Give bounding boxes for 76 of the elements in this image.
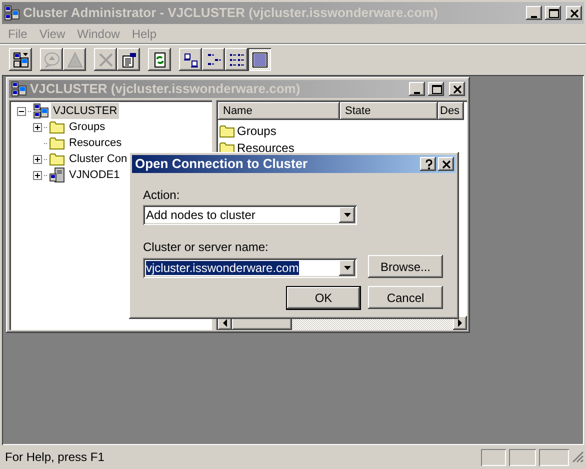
left-arrow-icon [222,319,228,327]
dropdown-button[interactable] [339,260,355,276]
caret-icon [344,213,350,217]
app-icon [4,5,20,21]
tree-item[interactable]: Cluster Con [67,150,130,168]
close-icon [568,8,580,18]
close-button[interactable] [566,6,582,20]
cluster-icon [33,103,49,119]
dropdown[interactable]: vjcluster.isswonderware.com [143,258,357,278]
cluster-icon [11,81,27,97]
maximize-button[interactable] [428,82,444,96]
close-icon [450,84,464,94]
computers-icon [12,52,28,68]
status-panel [539,448,569,466]
balloon-icon [44,52,60,68]
computers-button[interactable] [9,48,32,71]
column-header[interactable]: Name [218,102,340,120]
folder-icon [219,124,235,138]
folder-icon [49,136,65,150]
delete-icon [98,52,114,68]
details-view-button[interactable] [248,48,271,71]
server-icon [49,167,65,183]
expand-icon[interactable] [33,154,42,164]
tree-item[interactable]: Resources [67,134,124,152]
expand-icon[interactable] [33,122,42,132]
tree-item[interactable]: VJNODE1 [67,166,122,184]
dropdown-button[interactable] [339,207,355,223]
close-button[interactable] [449,82,465,96]
window-title: VJCLUSTER (vjcluster.isswonderware.com) [30,80,302,98]
large-buttons-icon[interactable] [179,48,202,71]
browse-button[interactable]: Browse... [368,255,443,278]
ok-button[interactable]: OK [286,286,361,310]
status-text: For Help, press F1 [5,449,106,466]
dropdown[interactable]: Add nodes to cluster [143,205,357,225]
folder-icon [219,140,235,154]
refresh-button[interactable] [148,48,171,71]
caret-icon [344,266,350,270]
small-icons-icon [206,52,222,68]
maximize-icon [430,84,442,94]
help-button[interactable] [420,157,436,171]
minimize-button[interactable] [526,6,542,20]
triangle-icon [66,52,82,68]
refresh-icon [152,52,168,68]
cancel-button[interactable]: Cancel [368,286,443,309]
list-view-icon [228,52,244,68]
tree-item[interactable]: Groups [67,118,108,136]
large-icons-icon [182,52,198,68]
properties-icon [120,52,136,68]
dialog-title: Open Connection to Cluster [135,155,309,174]
properties-button[interactable] [117,48,140,71]
status-panel [509,448,536,466]
maximize-icon [546,8,560,18]
list-item[interactable]: Groups [237,122,276,140]
right-arrow-icon [457,319,463,327]
field-label: Cluster or server name: [143,239,268,253]
tree-item[interactable]: VJCLUSTER [51,102,120,120]
close-icon [440,158,452,170]
folder-icon [49,120,65,134]
column-header[interactable]: Des [438,102,464,120]
close-button[interactable] [438,157,454,171]
scroll-right-button[interactable] [453,316,467,330]
small-buttons-icon[interactable] [202,48,225,71]
details-view-icon [252,52,268,68]
collapse-icon[interactable] [17,106,26,116]
minimize-icon [414,92,420,94]
list-view-button[interactable] [225,48,248,71]
expand-icon[interactable] [33,170,42,180]
field-label: Action: [143,187,180,201]
status-panel [481,448,506,466]
resize-grip-icon[interactable] [572,451,584,463]
column-header[interactable]: State [340,102,438,120]
maximize-button[interactable] [545,6,561,20]
window-title: Cluster Administrator - VJCLUSTER (vjcluster.isswonderware.com) [23,4,439,22]
folder-icon [49,152,65,166]
minimize-icon [530,16,536,18]
minimize-button[interactable] [409,82,425,96]
